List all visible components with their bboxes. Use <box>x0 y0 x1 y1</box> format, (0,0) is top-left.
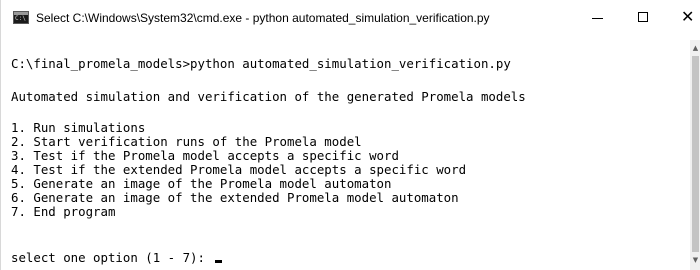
close-icon: ✕ <box>681 7 695 26</box>
console-output[interactable]: C:\final_promela_models>python automated… <box>1 40 689 270</box>
cmd-window: C:\ Select C:\Windows\System32\cmd.exe -… <box>0 0 700 270</box>
maximize-button[interactable] <box>633 8 655 28</box>
scroll-down-icon[interactable]: ▼ <box>691 256 700 265</box>
menu-option-7: 7. End program <box>11 204 116 219</box>
menu-option-4: 4. Test if the extended Promela model ac… <box>11 162 467 177</box>
input-prompt: select one option (1 - 7): <box>11 250 213 265</box>
title-bar[interactable]: C:\ Select C:\Windows\System32\cmd.exe -… <box>1 0 700 40</box>
vertical-scrollbar[interactable]: ▲ ▼ <box>690 40 700 270</box>
menu-option-1: 1. Run simulations <box>11 120 146 135</box>
scrollbar-thumb[interactable] <box>692 56 699 252</box>
maximize-icon <box>638 12 648 22</box>
program-header: Automated simulation and verification of… <box>11 89 526 104</box>
menu-option-6: 6. Generate an image of the extended Pro… <box>11 190 459 205</box>
menu-option-5: 5. Generate an image of the Promela mode… <box>11 176 392 191</box>
close-button[interactable]: ✕ <box>677 8 699 28</box>
menu-option-2: 2. Start verification runs of the Promel… <box>11 134 362 149</box>
minimize-button[interactable] <box>587 8 609 28</box>
window-title: Select C:\Windows\System32\cmd.exe - pyt… <box>36 11 490 25</box>
command-line: C:\final_promela_models>python automated… <box>11 56 511 71</box>
cmd-icon[interactable]: C:\ <box>13 11 29 24</box>
menu-option-3: 3. Test if the Promela model accepts a s… <box>11 148 399 163</box>
text-cursor <box>215 260 223 263</box>
scroll-up-icon[interactable]: ▲ <box>691 44 700 53</box>
minimize-icon <box>592 18 603 19</box>
input-prompt-line[interactable]: select one option (1 - 7): <box>11 250 223 265</box>
